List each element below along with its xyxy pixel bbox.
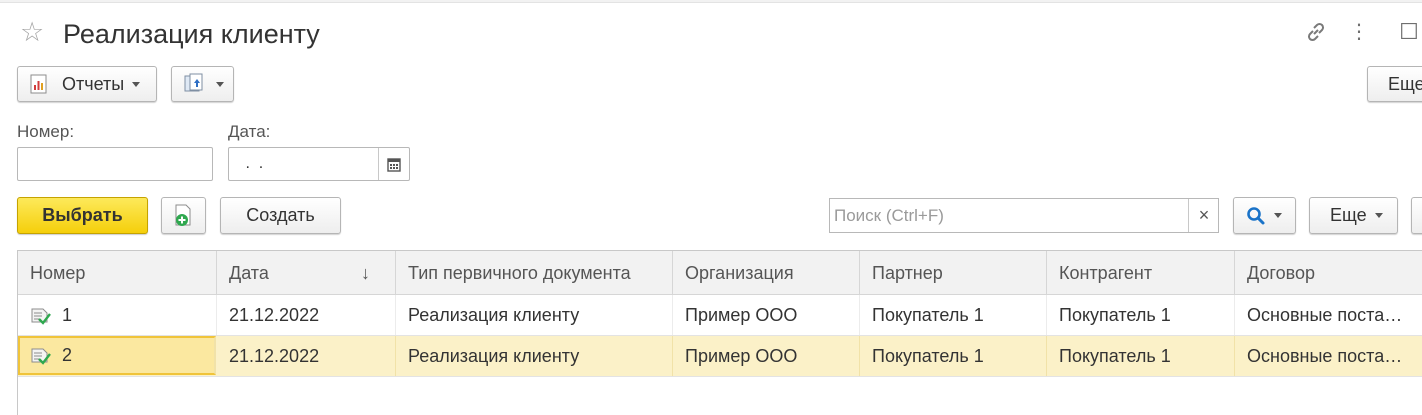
chevron-down-icon bbox=[1274, 213, 1282, 218]
search-input[interactable]: Поиск (Ctrl+F) bbox=[834, 199, 944, 232]
print-forms-icon bbox=[184, 73, 203, 92]
cell-partner[interactable]: Покупатель 1 bbox=[860, 295, 1047, 335]
select-button[interactable]: Выбрать bbox=[17, 197, 148, 234]
cell-contract[interactable]: Основные поставки bbox=[1235, 295, 1405, 335]
create-label: Создать bbox=[246, 205, 315, 225]
print-submenu-button[interactable] bbox=[171, 66, 234, 102]
more-actions-button[interactable]: Еще bbox=[1367, 66, 1422, 102]
cell-partner[interactable]: Покупатель 1 bbox=[860, 336, 1047, 376]
column-header-organization[interactable]: Организация bbox=[673, 251, 860, 295]
column-header-counterparty[interactable]: Контрагент bbox=[1047, 251, 1235, 295]
column-header-date-label: Дата bbox=[229, 263, 269, 283]
cell-type[interactable]: Реализация клиенту bbox=[396, 336, 673, 376]
number-field[interactable] bbox=[17, 147, 213, 181]
table-row-selected[interactable]: 2 21.12.2022 Реализация клиенту Пример О… bbox=[18, 336, 1422, 377]
reports-button[interactable]: Отчеты bbox=[17, 66, 157, 102]
report-icon bbox=[30, 74, 47, 94]
date-label: Дата: bbox=[228, 122, 271, 141]
more-menu-icon[interactable]: ⋮ bbox=[1348, 17, 1370, 47]
list-more-button[interactable]: Еще bbox=[1309, 197, 1398, 234]
list-more-label: Еще bbox=[1330, 205, 1367, 225]
cell-type[interactable]: Реализация клиенту bbox=[396, 295, 673, 335]
clear-search-icon[interactable]: × bbox=[1188, 199, 1219, 232]
sort-down-icon: ↓ bbox=[361, 263, 370, 283]
create-button[interactable]: Создать bbox=[220, 197, 341, 234]
cell-organization[interactable]: Пример ООО bbox=[673, 336, 860, 376]
window-top-edge bbox=[0, 0, 1422, 3]
favorite-star-icon[interactable]: ☆ bbox=[20, 17, 48, 47]
add-document-icon bbox=[175, 204, 190, 226]
cell-contract[interactable]: Основные поставки bbox=[1235, 336, 1405, 376]
maximize-icon[interactable]: ☐ bbox=[1396, 17, 1422, 47]
column-header-partner[interactable]: Партнер bbox=[860, 251, 1047, 295]
column-header-date[interactable]: Дата ↓ bbox=[217, 251, 396, 295]
chevron-down-icon bbox=[216, 81, 224, 87]
table-row[interactable]: 1 21.12.2022 Реализация клиенту Пример О… bbox=[18, 295, 1422, 336]
link-icon[interactable] bbox=[1300, 17, 1332, 47]
posted-document-icon bbox=[31, 348, 51, 366]
calendar-icon bbox=[387, 157, 401, 172]
number-label: Номер: bbox=[17, 122, 75, 141]
cell-counterparty[interactable]: Покупатель 1 bbox=[1047, 336, 1235, 376]
link-icon-svg bbox=[1307, 22, 1325, 42]
cell-date[interactable]: 21.12.2022 bbox=[217, 336, 396, 376]
column-header-number[interactable]: Номер bbox=[18, 251, 217, 295]
page-title: Реализация клиенту bbox=[63, 19, 320, 49]
chevron-down-icon bbox=[1374, 213, 1383, 218]
cell-number[interactable]: 2 bbox=[18, 336, 216, 375]
posted-document-icon bbox=[31, 308, 51, 326]
reports-label: Отчеты bbox=[62, 73, 125, 94]
column-header-type[interactable]: Тип первичного документа bbox=[396, 251, 673, 295]
cell-date[interactable]: 21.12.2022 bbox=[217, 295, 396, 335]
chevron-down-icon bbox=[132, 81, 141, 87]
cell-organization[interactable]: Пример ООО bbox=[673, 295, 860, 335]
cell-number[interactable]: 1 bbox=[18, 295, 217, 335]
documents-table[interactable]: Номер Дата ↓ Тип первичного документа Ор… bbox=[17, 250, 1422, 415]
more-actions-label: Еще bbox=[1388, 73, 1422, 94]
add-button[interactable] bbox=[161, 197, 206, 234]
extra-toolbar-button[interactable] bbox=[1411, 197, 1422, 234]
table-header: Номер Дата ↓ Тип первичного документа Ор… bbox=[18, 251, 1422, 295]
search-icon bbox=[1247, 206, 1265, 224]
cell-counterparty[interactable]: Покупатель 1 bbox=[1047, 295, 1235, 335]
row-number: 2 bbox=[62, 345, 73, 365]
calendar-button[interactable] bbox=[378, 148, 409, 180]
row-number: 1 bbox=[62, 305, 73, 325]
search-options-button[interactable] bbox=[1233, 197, 1296, 234]
column-header-contract[interactable]: Договор bbox=[1235, 251, 1422, 295]
search-box[interactable]: Поиск (Ctrl+F) × bbox=[829, 198, 1219, 233]
